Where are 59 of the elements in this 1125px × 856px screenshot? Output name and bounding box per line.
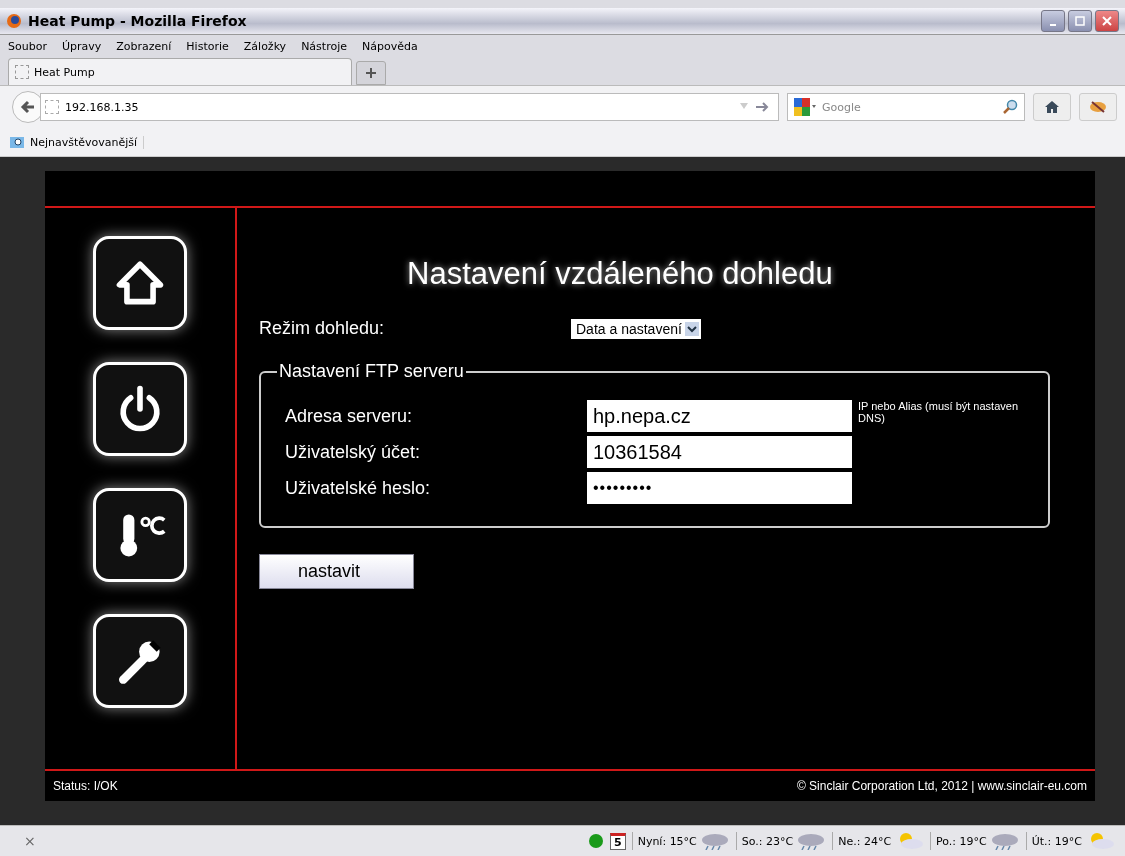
field-label: Režim dohledu: (259, 318, 386, 339)
input-field[interactable]: hp.nepa.cz (587, 400, 852, 432)
temperature-nav-button[interactable] (93, 488, 187, 582)
power-nav-button[interactable] (93, 362, 187, 456)
minimize-icon (1050, 24, 1056, 26)
field-hint: IP nebo Alias (musí být nastaven DNS) (858, 400, 1019, 424)
home-nav-button[interactable] (93, 236, 187, 330)
close-button[interactable] (1095, 10, 1119, 32)
rain-cloud-icon (796, 832, 827, 850)
weather-forecast: Út.: 19°C (1031, 834, 1082, 848)
menu-item[interactable]: Záložky (243, 39, 287, 53)
close-icon (1102, 16, 1112, 26)
input-field[interactable]: 10361584 (587, 436, 852, 468)
field-label: Uživatelské heslo: (285, 477, 432, 499)
field-label: Uživatelský účet: (285, 441, 422, 463)
copyright-text: © Sinclair Corporation Ltd, 2012 | www.sinclair-eu.com (796, 779, 1087, 793)
calendar-icon: 5 (610, 832, 626, 850)
home-icon (1044, 99, 1060, 115)
window-title: Heat Pump - Mozilla Firefox (28, 13, 248, 29)
home-button[interactable] (1033, 93, 1071, 121)
plus-icon (365, 67, 377, 79)
group-legend: Nastavení FTP serveru (277, 361, 466, 382)
bookmark-folder[interactable]: Nejnavštěvovanější (10, 135, 145, 149)
mode-dropdown[interactable]: Data a nastavení (571, 318, 701, 339)
addon-icon (1088, 99, 1108, 115)
status-indicator-icon (588, 833, 604, 849)
address-bar[interactable]: 192.168.1.35 (40, 93, 779, 121)
go-arrow-icon (740, 101, 770, 113)
minimize-button[interactable] (1041, 10, 1065, 32)
rain-cloud-icon (699, 832, 730, 850)
maximize-button[interactable] (1068, 10, 1092, 32)
search-engine-icon (794, 98, 816, 116)
folder-icon (10, 136, 24, 148)
addon-button[interactable] (1079, 93, 1117, 121)
maximize-icon (1075, 16, 1085, 26)
submit-button[interactable]: nastavit (259, 554, 414, 589)
input-field[interactable]: ••••••••• (587, 472, 852, 504)
back-arrow-icon (20, 99, 36, 115)
menu-item[interactable]: Soubor (8, 39, 47, 53)
search-icon (1002, 99, 1018, 115)
weather-forecast: Po.: 19°C (936, 834, 987, 848)
weather-forecast: Nyní: 15°C (637, 834, 697, 848)
settings-nav-button[interactable] (93, 614, 187, 708)
rain-cloud-icon (989, 832, 1020, 850)
menu-item[interactable]: Zobrazení (116, 39, 172, 53)
new-tab-button[interactable] (356, 61, 386, 85)
field-label: Adresa serveru: (285, 405, 414, 427)
weather-forecast: Ne.: 24°C (838, 834, 892, 848)
browser-tab[interactable]: Heat Pump (8, 58, 352, 85)
page-heading: Nastavení vzdáleného dohledu (407, 256, 834, 292)
close-findbar-button[interactable]: × (24, 833, 36, 849)
browser-logo-icon (6, 13, 22, 29)
status-text: Status: I/OK (53, 779, 118, 793)
menu-item[interactable]: Nástroje (301, 39, 347, 53)
search-field[interactable]: Google (787, 93, 1025, 121)
menu-item[interactable]: Historie (186, 39, 229, 53)
weather-forecast: So.: 23°C (741, 834, 794, 848)
menu-item[interactable]: Úpravy (61, 39, 102, 53)
menu-item[interactable]: Nápověda (362, 39, 418, 53)
